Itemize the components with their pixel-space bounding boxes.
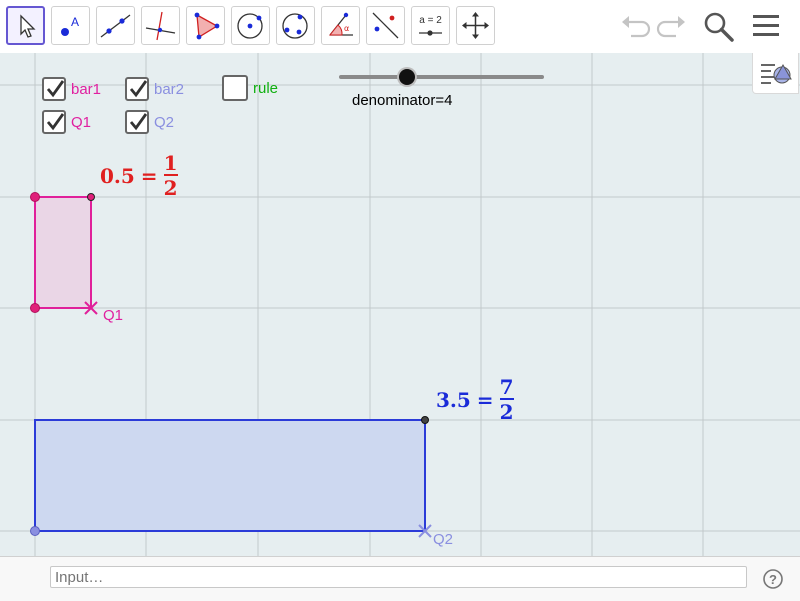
slider-icon <box>419 30 442 36</box>
move-view-tool[interactable] <box>456 6 495 45</box>
conic-tool[interactable] <box>276 6 315 45</box>
checkbox-box[interactable] <box>222 75 248 101</box>
numerator: 1 <box>163 151 178 175</box>
undo-icon[interactable] <box>619 10 651 42</box>
input-bar: ? <box>0 556 800 601</box>
point-icon: A <box>61 15 79 36</box>
svg-text:A: A <box>71 15 79 29</box>
point-tool[interactable]: A <box>51 6 90 45</box>
circle-tool[interactable] <box>231 6 270 45</box>
point-label-q1: Q1 <box>103 307 124 324</box>
hamburger-menu-icon[interactable] <box>751 10 781 42</box>
line-through-points-icon <box>100 14 131 38</box>
checkbox-rule[interactable]: rule <box>222 74 278 102</box>
toolbar: A α a = 2 <box>0 0 800 54</box>
numerator: 7 <box>499 375 514 399</box>
checkbox-bar2[interactable]: bar2 <box>125 75 184 103</box>
search-icon[interactable] <box>702 10 736 44</box>
denominator: 2 <box>499 400 514 424</box>
style-bar-button[interactable] <box>752 53 799 94</box>
fraction: 7 2 <box>499 375 514 424</box>
line-tool[interactable] <box>96 6 135 45</box>
angle-tool[interactable]: α <box>321 6 360 45</box>
checkbox-box[interactable] <box>125 77 149 101</box>
reflect-icon <box>372 12 399 39</box>
checkbox-box[interactable] <box>125 110 149 134</box>
bar1-rectangle[interactable] <box>34 196 92 309</box>
checkmark-icon <box>129 113 148 131</box>
decimal-value: 0.5 <box>100 164 135 188</box>
checkbox-label: rule <box>253 79 279 97</box>
move-tool[interactable] <box>6 6 45 45</box>
checkbox-q1[interactable]: Q1 <box>42 108 91 136</box>
perpendicular-line-icon <box>145 11 176 41</box>
denominator: 2 <box>163 176 178 200</box>
angle-icon: α <box>328 12 353 36</box>
help-icon[interactable]: ? <box>762 568 784 590</box>
fraction: 1 2 <box>163 151 178 200</box>
checkbox-box[interactable] <box>42 110 66 134</box>
decimal-value: 3.5 <box>436 388 471 412</box>
fraction-label-bar1: 0.5 = 1 2 <box>100 152 178 200</box>
bar2-corner-point[interactable] <box>30 526 40 536</box>
bar2-rectangle[interactable] <box>34 419 426 532</box>
polygon-icon <box>194 12 220 40</box>
checkmark-icon <box>46 80 65 98</box>
slider-tool[interactable]: a = 2 <box>411 6 450 45</box>
fraction-label-bar2: 3.5 = 7 2 <box>436 376 514 424</box>
bar1-corner-point[interactable] <box>30 192 40 202</box>
svg-text:?: ? <box>769 572 777 587</box>
svg-text:α: α <box>344 24 349 33</box>
denominator-slider-knob[interactable] <box>399 69 415 85</box>
perpendicular-tool[interactable] <box>141 6 180 45</box>
denominator-slider-track[interactable] <box>339 75 544 79</box>
checkbox-bar1[interactable]: bar1 <box>42 75 101 103</box>
equals-sign: = <box>476 388 494 412</box>
checkbox-box[interactable] <box>42 77 66 101</box>
slider-caption: denominator=4 <box>352 92 453 109</box>
checkmark-icon <box>129 80 148 98</box>
checkbox-q2[interactable]: Q2 <box>125 108 174 136</box>
style-bar-toggle-icon <box>761 63 792 84</box>
checkbox-label: bar1 <box>71 80 102 98</box>
circle-three-points-icon <box>282 13 308 39</box>
checkbox-label: bar2 <box>154 80 185 98</box>
bar1-corner-point[interactable] <box>87 193 95 201</box>
equals-sign: = <box>140 164 158 188</box>
polygon-tool[interactable] <box>186 6 225 45</box>
checkbox-label: Q1 <box>71 113 92 131</box>
bar1-corner-point[interactable] <box>30 303 40 313</box>
graphics-view[interactable]: bar1 bar2 rule Q1 Q2 denominator=4 0.5 =… <box>0 53 800 556</box>
checkmark-icon <box>46 113 65 131</box>
move-view-icon <box>462 12 489 39</box>
point-label-q2: Q2 <box>433 531 454 548</box>
redo-icon[interactable] <box>656 10 688 42</box>
reflect-tool[interactable] <box>366 6 405 45</box>
input-field[interactable] <box>50 566 747 588</box>
circle-center-point-icon <box>237 13 263 39</box>
grid-and-shapes <box>0 53 800 556</box>
arrow-cursor-icon <box>20 14 36 38</box>
checkbox-label: Q2 <box>154 113 175 131</box>
bar2-corner-point[interactable] <box>421 416 429 424</box>
